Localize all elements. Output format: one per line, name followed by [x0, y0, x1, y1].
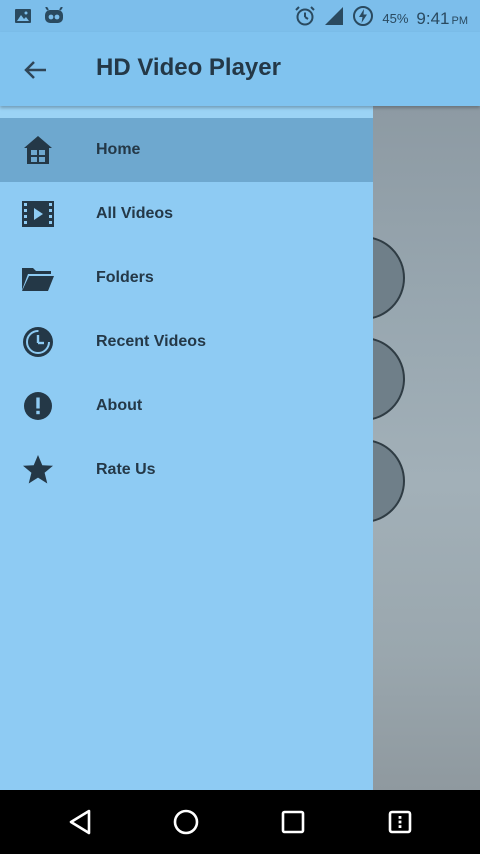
- battery-percent: 45%: [382, 11, 409, 26]
- drawer-item-label: Folders: [96, 269, 154, 286]
- home-circle-icon: [171, 809, 201, 841]
- clock-ampm: PM: [451, 14, 469, 27]
- drawer-item-label: About: [96, 397, 143, 414]
- drawer-menu: Home All Videos Folders Recent Videos Ab…: [0, 118, 373, 502]
- drawer-item-about[interactable]: About: [0, 374, 373, 438]
- app-title: HD Video Player: [96, 54, 281, 81]
- nav-back-button[interactable]: [66, 807, 96, 837]
- drawer-item-recent-videos[interactable]: Recent Videos: [0, 310, 373, 374]
- home-icon: [21, 133, 55, 167]
- background-circle: [373, 439, 405, 523]
- drawer-item-label: Rate Us: [96, 461, 156, 478]
- system-nav-bar: [0, 790, 480, 854]
- clock-time: 9:41: [416, 8, 450, 28]
- alarm-icon: [294, 5, 316, 32]
- navigation-drawer: Home All Videos Folders Recent Videos Ab…: [0, 106, 373, 790]
- drawer-item-all-videos[interactable]: All Videos: [0, 182, 373, 246]
- drawer-item-label: Home: [96, 141, 141, 158]
- signal-icon: [324, 6, 344, 31]
- drawer-item-rate-us[interactable]: Rate Us: [0, 438, 373, 502]
- screen: 45% 9:41 PM HD Video Player Home All Vid…: [0, 0, 480, 854]
- nav-menu-button[interactable]: [385, 807, 415, 837]
- battery-charging-icon: [352, 5, 374, 32]
- drawer-item-label: Recent Videos: [96, 333, 206, 350]
- status-bar: 45% 9:41 PM: [0, 0, 480, 32]
- folder-icon: [21, 261, 55, 295]
- background-circle: [373, 236, 405, 320]
- cyanogen-icon: [44, 6, 64, 30]
- info-alert-icon: [21, 389, 55, 423]
- recents-square-icon: [278, 810, 308, 841]
- clock: 9:41 PM: [416, 9, 468, 29]
- drawer-item-folders[interactable]: Folders: [0, 246, 373, 310]
- menu-icon: [385, 810, 415, 841]
- image-icon: [14, 7, 32, 30]
- app-bar: HD Video Player: [0, 32, 480, 106]
- background-content: [373, 106, 480, 790]
- star-icon: [21, 453, 55, 487]
- nav-home-button[interactable]: [171, 807, 201, 837]
- drawer-top-strip: [0, 106, 373, 118]
- arrow-back-icon: [20, 61, 52, 90]
- nav-recents-button[interactable]: [278, 807, 308, 837]
- background-circle: [373, 337, 405, 421]
- drawer-item-home[interactable]: Home: [0, 118, 373, 182]
- drawer-item-label: All Videos: [96, 205, 174, 222]
- history-icon: [21, 325, 55, 359]
- back-button[interactable]: [20, 54, 52, 86]
- back-triangle-icon: [66, 809, 96, 841]
- film-icon: [21, 197, 55, 231]
